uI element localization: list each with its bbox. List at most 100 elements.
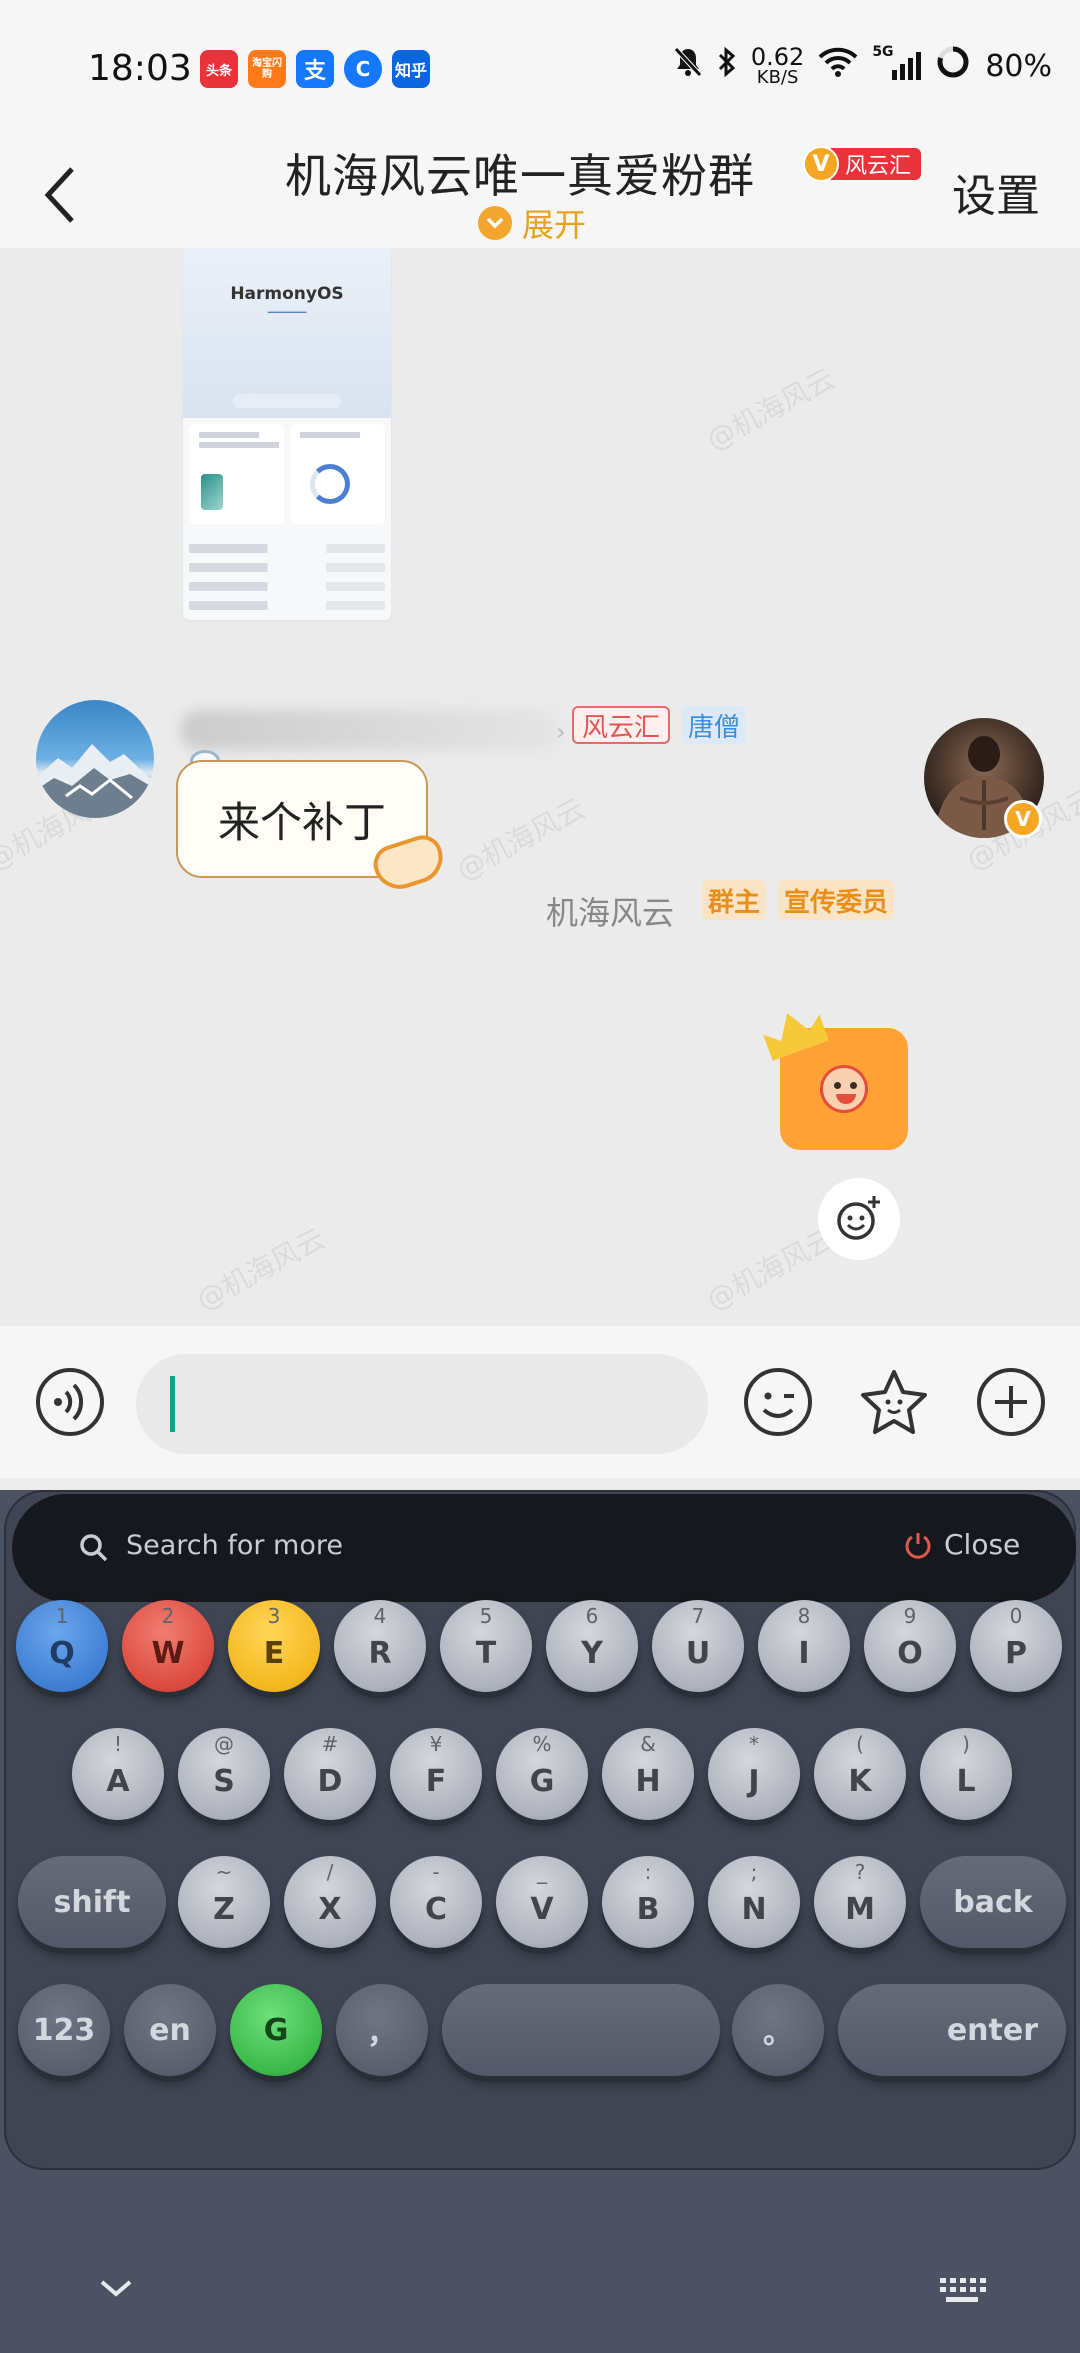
club-badge: 风云汇 <box>831 148 922 180</box>
switch-keyboard-button[interactable] <box>936 2272 988 2312</box>
key-u[interactable]: 7U <box>652 1600 744 1692</box>
comma-key[interactable]: ， <box>336 1984 428 2076</box>
sender-tag: 宣传委员 <box>778 880 895 920</box>
backspace-key[interactable]: back <box>920 1856 1066 1948</box>
keyboard-close-button[interactable]: Close <box>904 1528 1020 1561</box>
chat-header: 机海风云唯一真爱粉群 V 风云汇 设置 展开 <box>0 140 1080 248</box>
favorite-stickers-button[interactable] <box>858 1366 930 1438</box>
key-y[interactable]: 6Y <box>546 1600 638 1692</box>
message-input[interactable] <box>136 1354 708 1454</box>
keyboard-search-bar[interactable]: Search for more Close <box>12 1494 1076 1602</box>
key-r[interactable]: 4R <box>334 1600 426 1692</box>
watermark: @机海风云 <box>701 361 841 457</box>
network-type: 5G <box>872 44 894 60</box>
chevron-left-icon <box>44 167 74 223</box>
space-key[interactable] <box>442 1984 720 2076</box>
period-key[interactable]: 。 <box>732 1984 824 2076</box>
phone-card <box>189 424 284 524</box>
key-k[interactable]: (K <box>814 1728 906 1820</box>
chevron-down-icon <box>478 206 512 240</box>
bluetooth-icon <box>717 46 737 86</box>
watermark: @机海风云 <box>451 791 591 887</box>
more-options-button[interactable] <box>975 1366 1047 1438</box>
alipay-app-icon: 支 <box>296 50 334 88</box>
key-j[interactable]: * J <box>708 1728 800 1820</box>
key-o[interactable]: 9O <box>864 1600 956 1692</box>
voice-icon <box>36 1368 104 1436</box>
sender-name: 机海风云 <box>546 894 675 932</box>
emoji-sticker-icon <box>820 1065 868 1113</box>
key-g[interactable]: % G <box>496 1728 588 1820</box>
wifi-icon <box>818 46 858 86</box>
battery-ring-icon <box>935 44 971 88</box>
emoji-button[interactable] <box>742 1366 814 1438</box>
sender-avatar[interactable] <box>36 700 154 818</box>
key-w[interactable]: 2W <box>122 1600 214 1692</box>
net-speed: 0.62 KB/S <box>751 45 804 87</box>
key-p[interactable]: 0P <box>970 1600 1062 1692</box>
plus-icon <box>977 1368 1045 1436</box>
enter-key[interactable]: enter <box>838 1984 1066 2076</box>
net-speed-value: 0.62 <box>750 43 805 71</box>
settings-button[interactable]: 设置 <box>952 160 1040 224</box>
key-a[interactable]: ! A <box>72 1728 164 1820</box>
sender-tag: 风云汇 <box>572 706 671 744</box>
add-reaction-button[interactable] <box>818 1178 900 1260</box>
text-cursor <box>170 1376 175 1432</box>
chevron-right-icon: › <box>556 718 566 746</box>
key-i[interactable]: 8I <box>758 1600 850 1692</box>
verified-v-icon: V <box>803 146 839 182</box>
verified-v-icon: V <box>1004 800 1042 838</box>
browser-app-icon: C <box>344 50 382 88</box>
toutiao-app-icon: 头条 <box>200 50 238 88</box>
mute-icon <box>673 46 703 86</box>
cellular-signal-icon: 5G <box>872 44 922 80</box>
key-m[interactable]: ? M <box>814 1856 906 1948</box>
key-b[interactable]: :B <box>602 1856 694 1948</box>
key-d[interactable]: # D <box>284 1728 376 1820</box>
sender-tag: 群主 <box>702 880 767 920</box>
progress-bar <box>233 394 341 408</box>
back-button[interactable] <box>30 150 90 240</box>
numbers-key[interactable]: 123 <box>18 1984 110 2076</box>
key-n[interactable]: ; N <box>708 1856 800 1948</box>
chevron-down-icon <box>100 2280 132 2297</box>
key-z[interactable]: ~ Z <box>178 1856 270 1948</box>
shared-image-title: HarmonyOS <box>230 284 344 304</box>
language-key[interactable]: en <box>124 1984 216 2076</box>
key-x[interactable]: / X <box>284 1856 376 1948</box>
keyboard-search-placeholder: Search for more <box>126 1530 343 1561</box>
key-s[interactable]: @ S <box>178 1728 270 1820</box>
power-icon <box>905 1532 931 1559</box>
zhihu-app-icon: 知乎 <box>392 50 430 88</box>
key-f[interactable]: ¥ F <box>390 1728 482 1820</box>
net-speed-unit: KB/S <box>756 67 799 88</box>
keyboard-icon <box>940 2278 986 2302</box>
watermark: @机海风云 <box>191 1221 331 1317</box>
chat-messages[interactable]: @机海风云 @机海风云 @机海风云 @机海风云 @机海风云 @机海风云 Harm… <box>0 248 1080 1326</box>
status-indicators: 0.62 KB/S 5G 80% <box>673 44 1052 88</box>
keyboard-close-label: Close <box>944 1528 1021 1561</box>
voice-button[interactable] <box>34 1366 106 1438</box>
search-icon <box>80 1534 108 1562</box>
key-t[interactable]: 5T <box>440 1600 532 1692</box>
keyboard-panel: Search for more Close 1Q 2W 3E 4R 5T 6Y … <box>4 1490 1076 2170</box>
expand-toggle[interactable]: 展开 <box>478 200 586 246</box>
key-h[interactable]: & H <box>602 1728 694 1820</box>
shared-image[interactable]: HarmonyOS ━━━━━━━━ <box>183 248 391 620</box>
storage-card <box>290 424 385 524</box>
key-c[interactable]: -C <box>390 1856 482 1948</box>
expand-label: 展开 <box>522 206 587 244</box>
shift-key[interactable]: shift <box>18 1856 166 1948</box>
status-time: 18:03 <box>88 48 192 89</box>
key-q[interactable]: 1Q <box>16 1600 108 1692</box>
hide-keyboard-button[interactable] <box>96 2276 136 2304</box>
message-input-bar <box>0 1326 1080 1478</box>
group-badges: V 风云汇 <box>803 146 922 182</box>
divider <box>0 1478 1080 1490</box>
key-l[interactable]: ) L <box>920 1728 1012 1820</box>
star-icon <box>861 1370 927 1434</box>
key-e[interactable]: 3E <box>228 1600 320 1692</box>
key-v[interactable]: _ V <box>496 1856 588 1948</box>
g-key[interactable]: G <box>230 1984 322 2076</box>
